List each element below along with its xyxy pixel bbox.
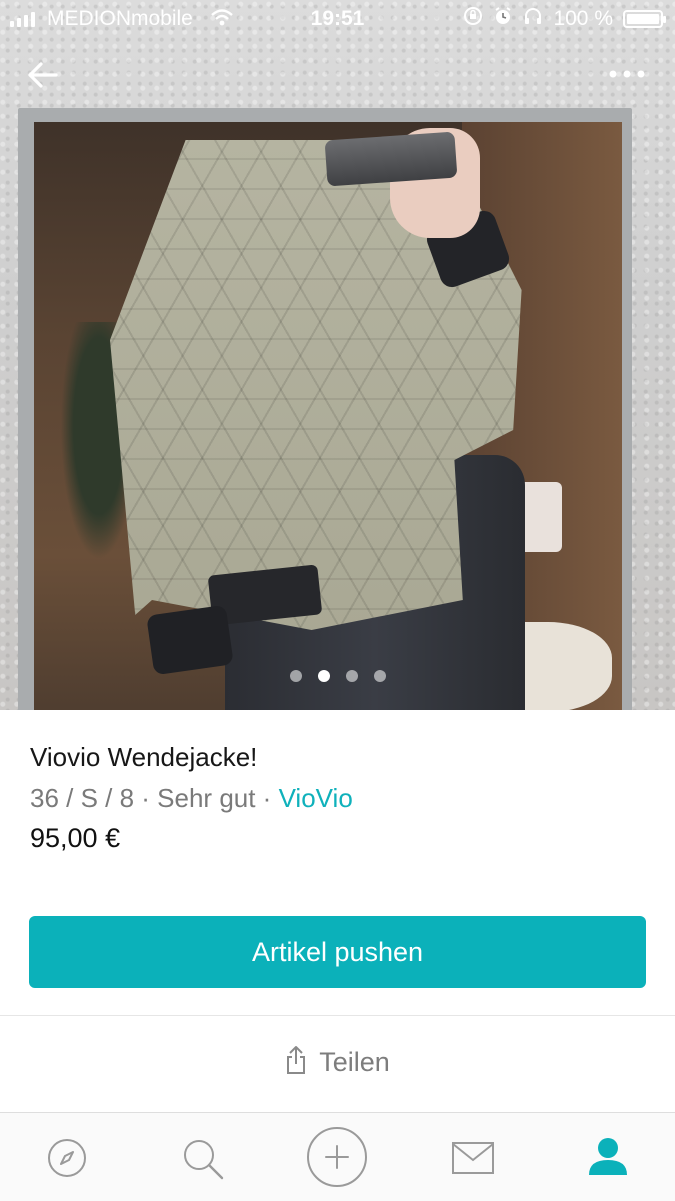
more-options-button[interactable] <box>607 66 647 82</box>
push-item-button[interactable]: Artikel pushen <box>29 916 646 988</box>
tab-search[interactable] <box>177 1133 227 1183</box>
share-icon <box>287 1046 306 1074</box>
gallery-dot[interactable] <box>317 670 330 682</box>
back-button[interactable] <box>26 58 60 92</box>
profile-icon <box>589 1138 627 1175</box>
gallery-dot[interactable] <box>289 670 302 682</box>
tab-profile[interactable] <box>583 1133 633 1183</box>
orientation-lock-icon <box>463 6 483 32</box>
item-size-condition: 36 / S / 8 · Sehr gut · <box>30 783 279 813</box>
tab-sell[interactable] <box>305 1125 369 1189</box>
item-title: Viovio Wendejacke! <box>30 742 258 772</box>
tab-bar <box>0 1112 675 1201</box>
battery-icon <box>623 10 666 28</box>
gallery-dot[interactable] <box>345 670 358 682</box>
add-icon <box>307 1127 367 1187</box>
share-button[interactable]: Teilen <box>0 1045 675 1078</box>
more-dots-icon <box>609 70 645 78</box>
tab-explore[interactable] <box>42 1133 92 1183</box>
photo-jacket-model <box>0 0 675 710</box>
item-brand-link[interactable]: VioVio <box>279 783 353 813</box>
gallery-dot[interactable] <box>373 670 386 682</box>
mail-icon <box>452 1142 494 1174</box>
product-image-gallery[interactable]: MEDIONmobile 19:51 100 % <box>0 0 675 710</box>
headphones-icon <box>523 6 543 32</box>
share-label: Teilen <box>319 1047 390 1077</box>
item-price: 95,00 € <box>30 823 121 853</box>
battery-percentage: 100 % <box>553 7 613 30</box>
arrow-left-icon <box>28 62 58 88</box>
gallery-page-indicator <box>0 670 675 682</box>
item-details: 36 / S / 8 · Sehr gut · VioVio <box>30 783 353 814</box>
status-bar: MEDIONmobile 19:51 100 % <box>0 0 675 38</box>
battery-level-fill <box>627 14 659 24</box>
alarm-icon <box>493 6 513 32</box>
tab-messages[interactable] <box>448 1133 498 1183</box>
divider <box>0 1015 675 1016</box>
compass-icon <box>48 1139 86 1177</box>
search-icon <box>184 1140 224 1180</box>
